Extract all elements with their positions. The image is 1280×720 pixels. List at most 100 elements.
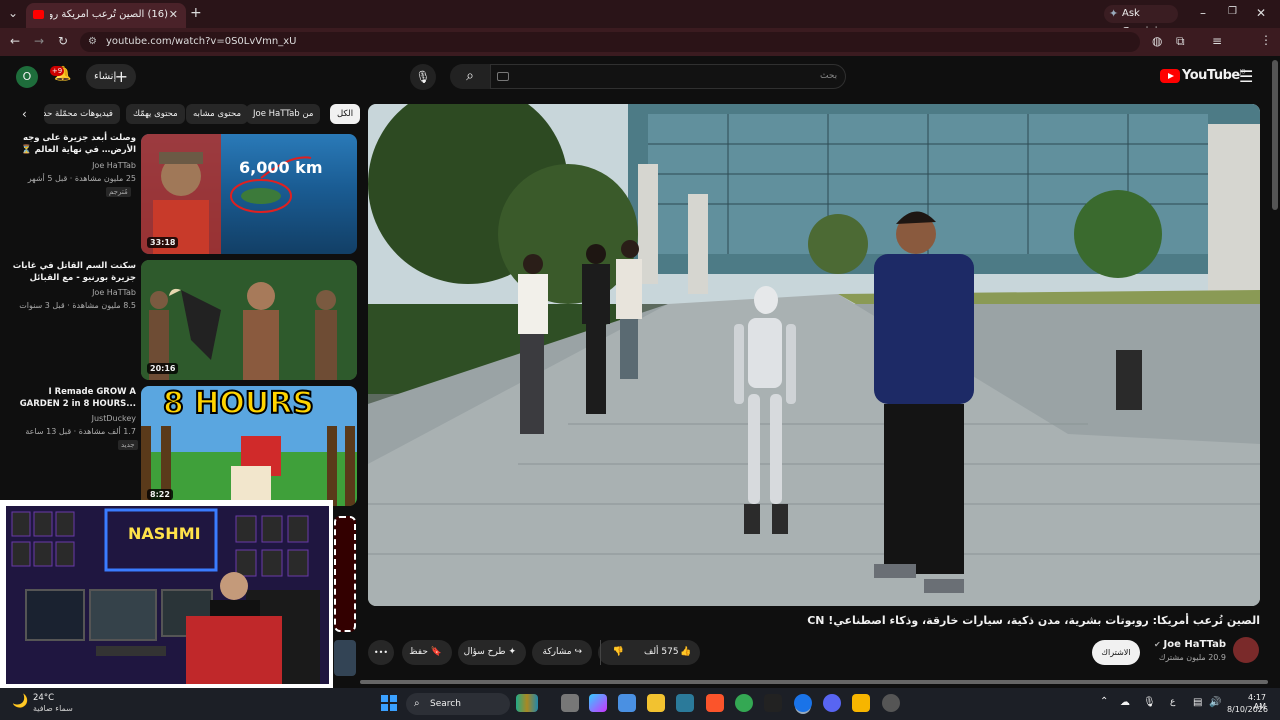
like-button[interactable]: 575 ألف 👍 <box>642 640 698 665</box>
rec-thumb-text: 8 HOURS <box>162 386 315 422</box>
volume-icon[interactable]: 🔊 <box>1209 697 1221 708</box>
rec-thumbnail-art <box>141 134 312 254</box>
rec-thumbnail[interactable]: 6,000 km 33:18 <box>141 134 357 254</box>
wifi-icon[interactable]: ▤ <box>1193 697 1202 708</box>
browser-menu-icon[interactable]: ⋮ <box>1260 33 1272 47</box>
address-bar[interactable]: ⚙ youtube.com/watch?v=0S0LvVmn_xU <box>80 32 1140 52</box>
chip-recently-uploaded[interactable]: فيديوهات محمّلة حديثًا <box>44 104 120 124</box>
weather-moon-icon[interactable]: 🌙 <box>12 694 28 709</box>
chrome-active-icon[interactable] <box>794 694 812 712</box>
video-title: الصين تُرعب أمريكا: روبوتات بشرية، مدن ذ… <box>807 614 1260 627</box>
extensions-icon[interactable]: ⧉ <box>1176 34 1185 49</box>
plus-icon: + <box>114 67 128 86</box>
rec-thumbnail-art <box>141 260 357 380</box>
app-icon[interactable] <box>852 694 870 712</box>
verified-icon: ✔ <box>1154 640 1164 649</box>
page-scrollbar[interactable] <box>1272 60 1278 210</box>
thumbs-up-icon: 👍 <box>680 647 692 657</box>
rec-channel[interactable]: Joe HaTTab <box>8 288 136 297</box>
vpn-icon[interactable]: ◍ <box>1152 34 1162 48</box>
share-button[interactable]: ↪ مشاركة <box>532 640 592 665</box>
browser-tab-active[interactable]: (16) الصين تُرعب أمريكة روبو ✕ <box>26 3 186 28</box>
store-icon[interactable] <box>618 694 636 712</box>
photos-icon[interactable] <box>676 694 694 712</box>
rec-thumbnail[interactable]: 8 HOURS 8:22 <box>141 386 357 506</box>
clock-date[interactable]: 8/10/2026 <box>1224 705 1268 714</box>
chip-from-channel-label: من Joe HaTTab <box>253 109 314 119</box>
subscribe-button[interactable]: الاشتراك <box>1092 640 1140 665</box>
obs-icon[interactable] <box>882 694 900 712</box>
channel-name-text: Joe HaTTab <box>1163 639 1226 650</box>
notifications-badge: +9 <box>50 66 64 76</box>
dislike-button[interactable]: 👎 <box>600 640 636 665</box>
chrome-icon[interactable] <box>735 694 753 712</box>
voice-search-mic-icon[interactable]: 🎙 <box>410 64 436 90</box>
channel-name[interactable]: ✔ Joe HaTTab <box>1150 639 1226 650</box>
windows-taskbar <box>0 688 1280 720</box>
rec-title[interactable]: وصلت أبعد جزيرة على وجه الأرض… في نهاية … <box>8 132 136 156</box>
task-view-icon[interactable] <box>561 694 579 712</box>
rec-thumbnail[interactable]: 20:16 <box>141 260 357 380</box>
search-icon: ⌕ <box>466 68 474 84</box>
save-button[interactable]: 🔖 حفظ <box>402 640 452 665</box>
back-icon[interactable]: ← <box>10 34 20 48</box>
site-info-icon[interactable]: ⚙ <box>88 32 97 52</box>
forward-icon[interactable]: → <box>34 34 44 48</box>
copilot-icon[interactable] <box>589 694 607 712</box>
maximize-icon[interactable]: ❐ <box>1228 6 1237 17</box>
chip-similar[interactable]: محتوى مشابه <box>186 104 248 124</box>
more-actions-button[interactable]: ••• <box>368 640 394 665</box>
input-language[interactable]: ع <box>1170 697 1175 707</box>
url-text: youtube.com/watch?v=0S0LvVmn_xU <box>106 36 297 47</box>
tray-cloud-icon[interactable]: ☁ <box>1120 697 1130 708</box>
discord-icon[interactable] <box>823 694 841 712</box>
file-explorer-icon[interactable] <box>647 694 665 712</box>
rec-title[interactable]: I Remade GROW A GARDEN 2 in 8 HOURS... <box>8 386 136 410</box>
video-player[interactable] <box>368 104 1260 606</box>
windows-start-icon[interactable] <box>381 695 397 711</box>
window-close-icon[interactable]: ✕ <box>1256 6 1266 20</box>
brave-icon[interactable] <box>706 694 724 712</box>
rec-thumbnail[interactable] <box>334 640 356 676</box>
ask-button[interactable]: ✦ طرح سؤال <box>458 640 526 665</box>
create-button[interactable]: إنشاء + <box>86 64 136 89</box>
chip-all[interactable]: الكل <box>330 104 361 124</box>
guide-menu-icon[interactable]: ☰ <box>1239 67 1253 86</box>
tab-list-icon[interactable]: ⌄ <box>8 6 18 20</box>
rec-duration: 20:16 <box>147 363 179 374</box>
taskbar-search[interactable]: ⌕ Search <box>406 693 510 715</box>
subscriber-count: 20.9 مليون مشترك <box>1158 653 1226 662</box>
horizontal-scrollbar[interactable] <box>360 680 1268 684</box>
search-input[interactable] <box>490 64 846 89</box>
channel-avatar[interactable] <box>1233 637 1259 663</box>
tab-close-icon[interactable]: ✕ <box>169 8 178 21</box>
new-tab-icon[interactable]: + <box>190 5 202 21</box>
capcut-icon[interactable] <box>764 694 782 712</box>
ask-gemini-button[interactable]: ✦ Ask Gemini <box>1104 5 1178 37</box>
chip-from-channel[interactable]: من Joe HaTTab <box>246 104 321 124</box>
tray-chevron-icon[interactable]: ⌃ <box>1100 696 1108 707</box>
video-frame <box>368 104 1260 606</box>
tray-mic-icon[interactable]: 🎙 <box>1143 697 1156 708</box>
chips-scroll-left-icon[interactable]: ‹ <box>22 107 27 121</box>
rec-badge: جديد <box>118 440 138 450</box>
reload-icon[interactable]: ↻ <box>58 34 68 48</box>
chip-for-you[interactable]: محتوى يهمّك <box>126 104 185 124</box>
weather-temperature[interactable]: 24°C <box>33 693 54 703</box>
taskbar-widget-thumb[interactable] <box>516 694 538 712</box>
webcam-feed: NASHMI <box>6 506 329 684</box>
search-button[interactable]: ⌕ <box>450 64 490 89</box>
rec-thumbnail[interactable] <box>334 516 356 632</box>
rec-title[interactable]: سكنت السم القاتل في غابات جزيرة بورنيو -… <box>8 260 136 284</box>
like-dislike-group: 👎 575 ألف 👍 <box>598 640 700 665</box>
minimize-icon[interactable]: – <box>1200 6 1206 20</box>
youtube-logo[interactable]: YouTubeJO <box>1160 68 1246 86</box>
account-avatar[interactable]: O <box>16 66 38 88</box>
rec-channel[interactable]: JustDuckey <box>8 414 136 423</box>
search-placeholder: بحث <box>820 71 838 81</box>
rec-thumb-text: 6,000 km <box>239 158 323 177</box>
rec-meta: 1.7 ألف مشاهدة · قبل 13 ساعة <box>25 427 136 436</box>
reading-list-icon[interactable]: ≡ <box>1212 34 1222 48</box>
rec-channel[interactable]: Joe HaTTab <box>8 161 136 170</box>
keyboard-icon[interactable] <box>497 72 509 81</box>
